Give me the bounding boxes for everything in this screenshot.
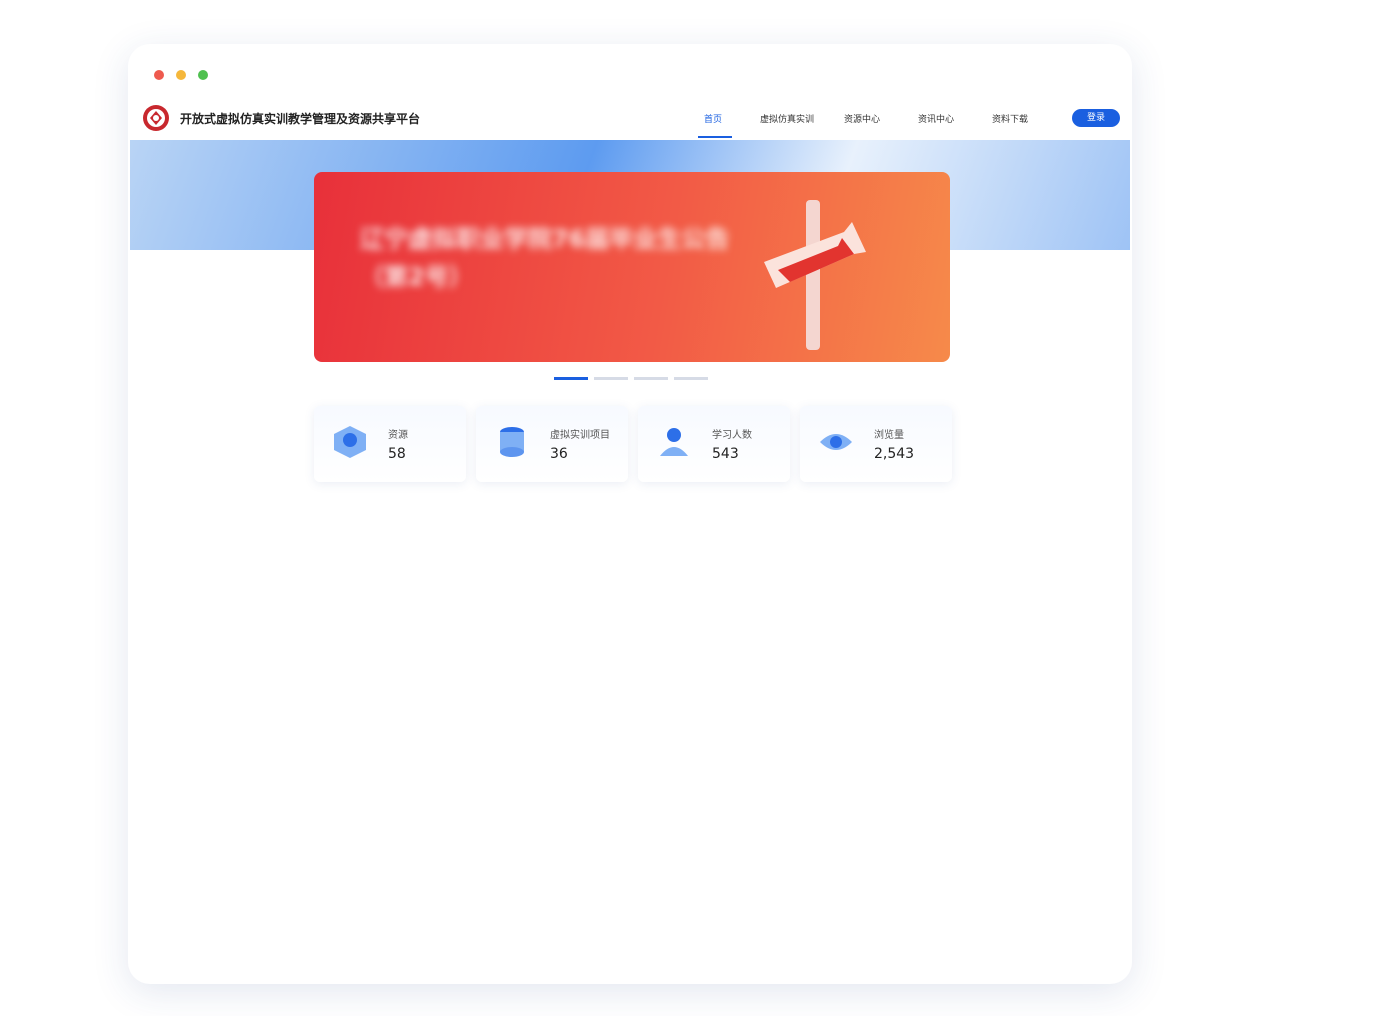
database-icon (500, 427, 524, 457)
nav-news-center[interactable]: 资讯中心 (918, 112, 954, 125)
window-maximize-dot[interactable] (198, 70, 208, 80)
banner-headline: 辽宁虚拟职业学院76届毕业生公告 （第2号） (360, 225, 730, 291)
carousel-dot[interactable] (674, 377, 708, 380)
stat-value: 543 (712, 446, 739, 462)
nav-active-underline (698, 136, 732, 138)
stat-value: 2,543 (874, 446, 915, 462)
signpost-icon (764, 200, 866, 350)
nav-downloads[interactable]: 资料下载 (992, 112, 1028, 125)
window-minimize-dot[interactable] (176, 70, 186, 80)
stat-card-views: 浏览量 2,543 (800, 406, 952, 482)
learners-icon (660, 428, 688, 456)
nav-home[interactable]: 首页 (704, 112, 722, 125)
hero-banner[interactable]: 辽宁虚拟职业学院76届毕业生公告 （第2号） (314, 172, 950, 362)
site-logo-icon (143, 105, 169, 131)
window-close-dot[interactable] (154, 70, 164, 80)
stat-card-resources: 资源 58 (314, 406, 466, 482)
stat-label: 学习人数 (712, 430, 752, 441)
stat-card-learners: 学习人数 543 (638, 406, 790, 482)
stat-value: 58 (388, 446, 406, 462)
login-button[interactable]: 登录 (1072, 109, 1120, 127)
main-browser-window: 开放式虚拟仿真实训教学管理及资源共享平台 首页 虚拟仿真实训 资源中心 资讯中心… (128, 44, 1132, 984)
resource-cube-icon (334, 426, 366, 458)
stat-value: 36 (550, 446, 568, 462)
carousel-dot[interactable] (634, 377, 668, 380)
stat-card-projects: 虚拟实训项目 36 (476, 406, 628, 482)
site-title: 开放式虚拟仿真实训教学管理及资源共享平台 (180, 112, 421, 126)
stat-label: 浏览量 (874, 430, 904, 441)
carousel-dot-active[interactable] (554, 377, 588, 380)
views-icon (820, 434, 852, 450)
showcase-stage: 开放式虚拟仿真实训教学管理及资源共享平台 首页 虚拟仿真实训 资源中心 资讯中心… (0, 0, 1376, 1016)
nav-resource-center[interactable]: 资源中心 (844, 112, 880, 125)
nav-virtual-training[interactable]: 虚拟仿真实训 (760, 112, 814, 125)
stat-label: 资源 (388, 430, 408, 441)
carousel-dot[interactable] (594, 377, 628, 380)
stat-label: 虚拟实训项目 (550, 430, 610, 441)
